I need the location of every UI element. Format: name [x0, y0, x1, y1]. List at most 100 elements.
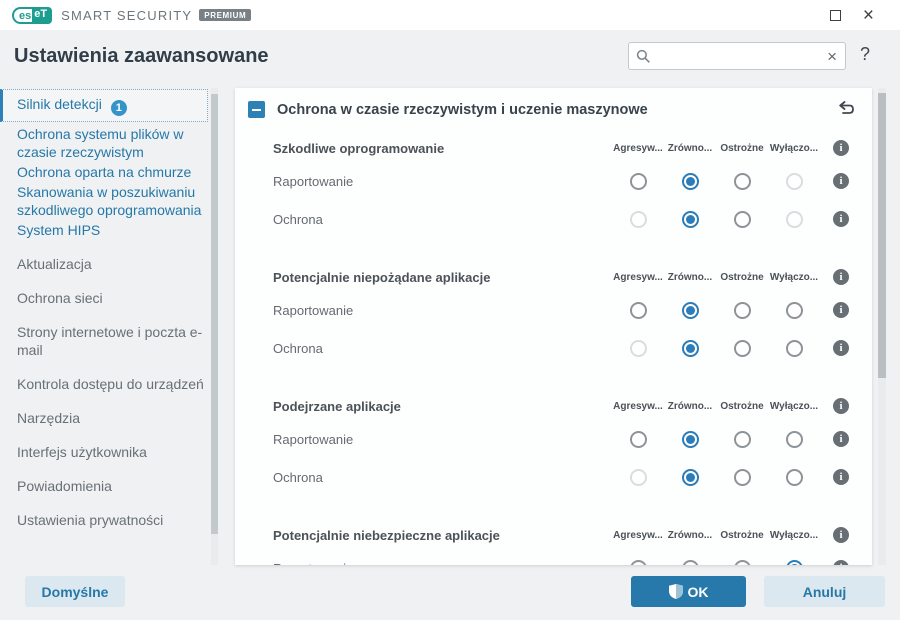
sidebar-item-label: Ochrona systemu plików w czasie rzeczywi…	[17, 126, 184, 160]
sidebar-item-8[interactable]: Strony internetowe i poczta e-mail	[17, 323, 208, 359]
setting-row: Ochrona i	[273, 329, 862, 367]
radio-wylaczone[interactable]	[785, 430, 803, 448]
reset-to-default-icon[interactable]	[837, 101, 856, 118]
section-title: Potencjalnie niebezpieczne aplikacje	[273, 527, 500, 543]
radio-zrownowazone[interactable]	[681, 301, 699, 319]
setting-row-label: Ochrona	[273, 340, 323, 356]
section-header-row: Podejrzane aplikacje Agresyw... Zrówno... O…	[273, 392, 862, 420]
sections-container: Szkodliwe oprogramowanie Agresyw... Zrówno…	[235, 128, 872, 565]
radio-wylaczone	[785, 210, 803, 228]
sidebar-item-7[interactable]: Ochrona sieci	[17, 289, 208, 307]
sidebar-item-label: Aktualizacja	[17, 256, 92, 272]
section-header-row: Potencjalnie niebezpieczne aplikacje Agre…	[273, 521, 862, 549]
product-name: SMART SECURITY	[61, 7, 193, 23]
cancel-button[interactable]: Anuluj	[764, 576, 885, 607]
radio-wylaczone[interactable]	[785, 468, 803, 486]
info-icon[interactable]: i	[833, 302, 849, 318]
sidebar-item-5[interactable]: System HIPS	[17, 221, 208, 239]
sidebar-item-label: Powiadomienia	[17, 478, 112, 494]
help-icon[interactable]: ?	[860, 44, 870, 65]
titlebar: es eT SMART SECURITY PREMIUM ×	[0, 0, 900, 30]
column-header-wylaczone: Wyłączo...	[769, 142, 819, 154]
sidebar-item-10[interactable]: Narzędzia	[17, 409, 208, 427]
group-title: Ochrona w czasie rzeczywistym i uczenie …	[277, 101, 648, 118]
radio-agresywne[interactable]	[629, 559, 647, 565]
radio-ostrozne[interactable]	[733, 172, 751, 190]
info-icon[interactable]: i	[833, 140, 849, 156]
column-header-zrownowazone: Zrówno...	[667, 271, 713, 283]
radio-agresywne[interactable]	[629, 172, 647, 190]
sidebar-item-label: Kontrola dostępu do urządzeń	[17, 376, 204, 392]
sidebar-item-1[interactable]: Silnik detekcji 1	[0, 89, 208, 122]
search-box[interactable]: ×	[628, 42, 846, 70]
shield-icon	[668, 584, 683, 599]
radio-ostrozne[interactable]	[733, 468, 751, 486]
eset-logo-icon: es eT	[12, 6, 53, 24]
settings-section: Potencjalnie niebezpieczne aplikacje Agre…	[273, 521, 862, 565]
radio-wylaczone[interactable]	[785, 301, 803, 319]
sidebar-item-label: Strony internetowe i poczta e-mail	[17, 324, 203, 358]
defaults-button[interactable]: Domyślne	[25, 576, 125, 607]
radio-agresywne[interactable]	[629, 301, 647, 319]
settings-section: Podejrzane aplikacje Agresyw... Zrówno... O…	[273, 392, 862, 496]
maximize-icon[interactable]	[829, 9, 841, 21]
column-header-agresywne: Agresyw...	[613, 271, 663, 283]
edition-badge: PREMIUM	[199, 9, 252, 21]
search-input[interactable]	[651, 48, 827, 64]
radio-wylaczone	[785, 172, 803, 190]
info-icon[interactable]: i	[833, 469, 849, 485]
ok-button[interactable]: OK	[631, 576, 746, 607]
sidebar-item-label: Interfejs użytkownika	[17, 444, 147, 460]
radio-zrownowazone[interactable]	[681, 559, 699, 565]
radio-agresywne[interactable]	[629, 430, 647, 448]
collapse-icon[interactable]	[248, 101, 265, 118]
setting-row: Raportowanie i	[273, 162, 862, 200]
info-icon[interactable]: i	[833, 211, 849, 227]
radio-zrownowazone[interactable]	[681, 468, 699, 486]
close-icon[interactable]: ×	[863, 6, 874, 25]
column-header-wylaczone: Wyłączo...	[769, 271, 819, 283]
group-header: Ochrona w czasie rzeczywistym i uczenie …	[235, 88, 872, 128]
column-header-wylaczone: Wyłączo...	[769, 529, 819, 541]
radio-zrownowazone[interactable]	[681, 172, 699, 190]
sidebar-item-12[interactable]: Powiadomienia	[17, 477, 208, 495]
section-title: Szkodliwe oprogramowanie	[273, 140, 445, 156]
info-icon[interactable]: i	[833, 398, 849, 414]
sidebar-item-4[interactable]: Skanowania w poszukiwaniu szkodliwego op…	[17, 183, 208, 219]
section-header-row: Potencjalnie niepożądane aplikacje Agresy…	[273, 263, 862, 291]
radio-ostrozne[interactable]	[733, 301, 751, 319]
settings-section: Potencjalnie niepożądane aplikacje Agresy…	[273, 263, 862, 367]
sidebar-item-3[interactable]: Ochrona oparta na chmurze	[17, 163, 208, 181]
sidebar-item-6[interactable]: Aktualizacja	[17, 255, 208, 273]
sidebar-scrollbar-thumb[interactable]	[211, 94, 218, 534]
info-icon[interactable]: i	[833, 527, 849, 543]
sidebar-nav: Silnik detekcji 1 Ochrona systemu plików w…	[0, 88, 208, 529]
radio-zrownowazone[interactable]	[681, 430, 699, 448]
column-header-zrownowazone: Zrówno...	[667, 529, 713, 541]
content-scrollbar-thumb[interactable]	[878, 93, 886, 378]
setting-row-label: Ochrona	[273, 211, 323, 227]
info-icon[interactable]: i	[833, 269, 849, 285]
sidebar-scrollbar	[211, 88, 218, 565]
radio-zrownowazone[interactable]	[681, 339, 699, 357]
info-icon[interactable]: i	[833, 340, 849, 356]
column-header-agresywne: Agresyw...	[613, 529, 663, 541]
sidebar-item-13[interactable]: Ustawienia prywatności	[17, 511, 208, 529]
radio-zrownowazone[interactable]	[681, 210, 699, 228]
sidebar-item-9[interactable]: Kontrola dostępu do urządzeń	[17, 375, 208, 393]
radio-wylaczone[interactable]	[785, 559, 803, 565]
sidebar-item-2[interactable]: Ochrona systemu plików w czasie rzeczywi…	[17, 125, 208, 161]
radio-ostrozne[interactable]	[733, 210, 751, 228]
info-icon[interactable]: i	[833, 560, 849, 565]
radio-wylaczone[interactable]	[785, 339, 803, 357]
sidebar-item-11[interactable]: Interfejs użytkownika	[17, 443, 208, 461]
radio-ostrozne[interactable]	[733, 430, 751, 448]
column-header-zrownowazone: Zrówno...	[667, 142, 713, 154]
info-icon[interactable]: i	[833, 431, 849, 447]
clear-search-icon[interactable]: ×	[826, 48, 838, 65]
info-icon[interactable]: i	[833, 173, 849, 189]
radio-ostrozne[interactable]	[733, 339, 751, 357]
settings-section: Szkodliwe oprogramowanie Agresyw... Zrówno…	[273, 134, 862, 238]
radio-ostrozne[interactable]	[733, 559, 751, 565]
sidebar-item-label: Ochrona sieci	[17, 290, 103, 306]
